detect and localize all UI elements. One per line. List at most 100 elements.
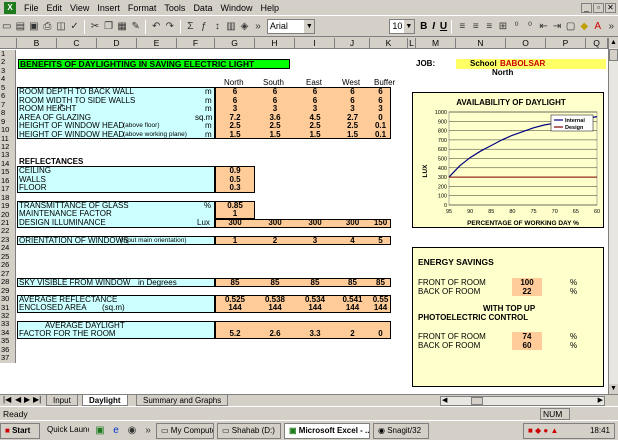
underline-button[interactable]: U <box>439 21 449 32</box>
increase-decimal-icon[interactable]: ⁰ <box>511 20 523 34</box>
col-header[interactable]: Q <box>586 38 608 49</box>
menu-view[interactable]: View <box>66 0 93 16</box>
col-header[interactable]: L <box>408 38 416 49</box>
format-painter-icon[interactable]: ✎ <box>130 20 142 34</box>
increase-indent-icon[interactable]: ⇥ <box>551 20 563 34</box>
open-icon[interactable]: ▤ <box>15 20 27 34</box>
menu-data[interactable]: Data <box>189 0 216 16</box>
align-center-icon[interactable]: ≡ <box>470 20 482 34</box>
col-header[interactable]: B <box>17 38 57 49</box>
adf-value[interactable]: 5.2 <box>215 329 255 339</box>
room-row-value[interactable]: 1.5 <box>335 130 370 140</box>
adf-value[interactable]: 3.3 <box>295 329 335 339</box>
align-right-icon[interactable]: ≡ <box>484 20 496 34</box>
excel-app-icon[interactable]: X <box>4 1 16 14</box>
function-icon[interactable]: ƒ <box>198 20 210 34</box>
excel-quick-icon[interactable]: ▣ <box>93 424 107 438</box>
col-header[interactable]: O <box>506 38 546 49</box>
new-icon[interactable]: ▭ <box>1 20 13 34</box>
more-quick-icon[interactable]: » <box>141 424 155 438</box>
menu-edit[interactable]: Edit <box>43 0 67 16</box>
borders-icon[interactable]: ▢ <box>565 20 577 34</box>
col-header[interactable]: D <box>97 38 137 49</box>
col-header[interactable]: M <box>416 38 456 49</box>
design-illum-value[interactable]: 300 <box>335 218 370 228</box>
undo-icon[interactable]: ↶ <box>150 20 162 34</box>
enclosed-value[interactable]: 144 <box>370 303 391 313</box>
font-size-select[interactable]: 10 ▼ <box>389 19 415 34</box>
room-row-value[interactable]: 1.5 <box>215 130 255 140</box>
col-header[interactable]: H <box>255 38 295 49</box>
tab-first-icon[interactable]: |◀ <box>3 395 11 404</box>
drawing-icon[interactable]: ◈ <box>239 20 251 34</box>
chart-wizard-icon[interactable]: ▥ <box>225 20 237 34</box>
tab-input[interactable]: Input <box>46 395 78 406</box>
scroll-thumb[interactable] <box>609 49 618 61</box>
adf-value[interactable]: 2 <box>335 329 370 339</box>
restore-icon[interactable]: ▫ <box>593 2 604 13</box>
save-icon[interactable]: ▣ <box>28 20 40 34</box>
col-header[interactable]: E <box>137 38 177 49</box>
menu-format[interactable]: Format <box>124 0 161 16</box>
adf-value[interactable]: 0 <box>370 329 391 339</box>
start-button[interactable]: ■ Start <box>0 422 40 439</box>
menu-window[interactable]: Window <box>216 0 256 16</box>
taskbar-snagit[interactable]: ◉ Snagit/32 <box>373 422 429 439</box>
menu-tools[interactable]: Tools <box>160 0 189 16</box>
orientation-value[interactable]: 2 <box>255 236 295 246</box>
col-header[interactable]: I <box>295 38 335 49</box>
tab-last-icon[interactable]: ▶| <box>33 395 41 404</box>
sky-value[interactable]: 85 <box>215 278 255 288</box>
align-left-icon[interactable]: ≡ <box>456 20 468 34</box>
daylight-chart[interactable]: AVAILABILITY OF DAYLIGHT PERCENTAGE OF W… <box>412 92 604 228</box>
sky-value[interactable]: 85 <box>370 278 391 288</box>
sky-value[interactable]: 85 <box>255 278 295 288</box>
hscroll-thumb[interactable] <box>471 397 483 405</box>
menu-file[interactable]: File <box>20 0 43 16</box>
col-header[interactable]: P <box>546 38 586 49</box>
sky-value[interactable]: 85 <box>335 278 370 288</box>
col-header[interactable]: F <box>177 38 215 49</box>
close-icon[interactable]: ✕ <box>605 2 616 13</box>
decrease-indent-icon[interactable]: ⇤ <box>538 20 550 34</box>
col-header[interactable]: N <box>456 38 506 49</box>
orientation-value[interactable]: 3 <box>295 236 335 246</box>
row-header[interactable]: 37 <box>0 354 16 363</box>
orientation-value[interactable]: 1 <box>215 236 255 246</box>
menu-help[interactable]: Help <box>256 0 283 16</box>
select-all-corner[interactable] <box>0 38 17 49</box>
col-header[interactable]: C <box>57 38 97 49</box>
design-illum-value[interactable]: 300 <box>295 218 335 228</box>
more-buttons-icon[interactable]: » <box>252 20 264 34</box>
cut-icon[interactable]: ✂ <box>89 20 101 34</box>
design-illum-value[interactable]: 300 <box>215 218 255 228</box>
redo-icon[interactable]: ↷ <box>164 20 176 34</box>
taskbar-my-computer[interactable]: ▭ My Computer <box>156 422 214 439</box>
design-illum-value[interactable]: 300 <box>255 218 295 228</box>
decrease-decimal-icon[interactable]: ⁰ <box>524 20 536 34</box>
print-icon[interactable]: ⎙ <box>42 20 54 34</box>
bold-button[interactable]: B <box>419 21 429 32</box>
enclosed-value[interactable]: 144 <box>295 303 335 313</box>
taskbar-shahab[interactable]: ▭ Shahab (D:) <box>217 422 281 439</box>
font-select[interactable]: Arial ▼ <box>266 19 316 34</box>
minimize-icon[interactable]: _ <box>581 2 592 13</box>
print-preview-icon[interactable]: ◫ <box>55 20 67 34</box>
col-header[interactable]: G <box>215 38 255 49</box>
scroll-down-icon[interactable]: ▼ <box>609 384 618 394</box>
col-header[interactable]: K <box>370 38 408 49</box>
scroll-up-icon[interactable]: ▲ <box>609 38 618 48</box>
tab-next-icon[interactable]: ▶ <box>24 395 30 404</box>
font-color-icon[interactable]: A <box>592 20 604 34</box>
room-row-value[interactable]: 1.5 <box>255 130 295 140</box>
merge-center-icon[interactable]: ⊞ <box>497 20 509 34</box>
room-row-value[interactable]: 0.1 <box>370 130 391 140</box>
col-header[interactable]: J <box>335 38 370 49</box>
fill-color-icon[interactable]: ◆ <box>578 20 590 34</box>
orientation-value[interactable]: 5 <box>370 236 391 246</box>
toolbar-options-icon[interactable]: » <box>606 20 618 34</box>
spelling-icon[interactable]: ✓ <box>69 20 81 34</box>
room-row-value[interactable]: 1.5 <box>295 130 335 140</box>
tab-daylight[interactable]: Daylight <box>82 395 128 406</box>
design-illum-value[interactable]: 150 <box>370 218 391 228</box>
